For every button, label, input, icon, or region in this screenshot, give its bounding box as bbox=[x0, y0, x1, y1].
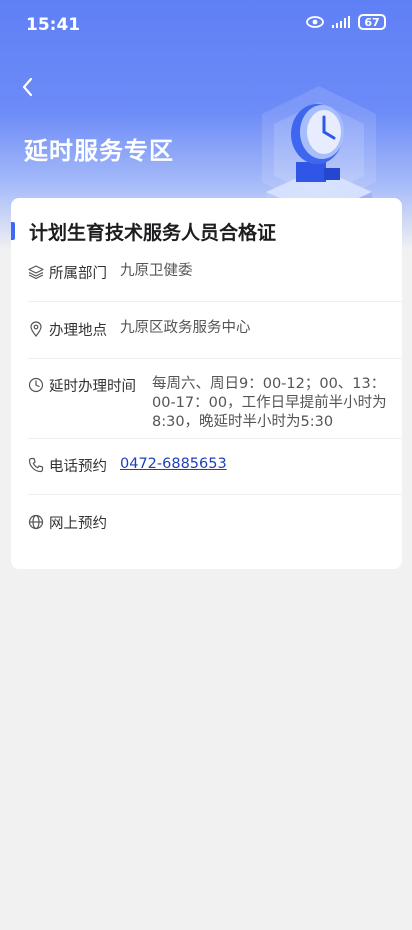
department-label: 所属部门 bbox=[49, 266, 107, 282]
clock-icon bbox=[28, 377, 44, 393]
location-value: 九原区政务服务中心 bbox=[120, 320, 251, 336]
phone-number-link[interactable]: 0472-6885653 bbox=[120, 455, 227, 474]
divider bbox=[28, 494, 402, 495]
page-title: 延时服务专区 bbox=[24, 137, 174, 165]
online-booking-label: 网上预约 bbox=[49, 516, 107, 532]
card-title: 计划生育技术服务人员合格证 bbox=[29, 222, 277, 244]
location-label: 办理地点 bbox=[49, 323, 107, 339]
divider bbox=[28, 438, 402, 439]
layers-icon bbox=[28, 265, 44, 280]
hours-label: 延时办理时间 bbox=[49, 379, 136, 395]
status-bar: 15:41 67 bbox=[0, 0, 412, 48]
phone-label: 电话预约 bbox=[49, 459, 107, 475]
divider bbox=[28, 358, 402, 359]
signal-icon bbox=[332, 16, 350, 28]
location-pin-icon bbox=[30, 321, 42, 337]
chevron-left-icon[interactable] bbox=[18, 74, 40, 100]
service-card: 计划生育技术服务人员合格证 所属部门 九原卫健委 办理地点 九原区政务服务中心 … bbox=[11, 198, 402, 569]
divider bbox=[28, 301, 402, 302]
battery-icon: 67 bbox=[358, 14, 386, 30]
department-value: 九原卫健委 bbox=[120, 263, 193, 279]
eye-icon bbox=[306, 16, 324, 28]
globe-icon bbox=[28, 514, 44, 530]
hours-value: 每周六、周日9：00-12；00、13：00-17：00，工作日早提前半小时为8… bbox=[152, 376, 387, 430]
phone-icon bbox=[28, 457, 44, 473]
title-accent-bar bbox=[11, 222, 15, 240]
status-icons: 67 bbox=[306, 14, 386, 30]
status-time: 15:41 bbox=[26, 15, 81, 35]
